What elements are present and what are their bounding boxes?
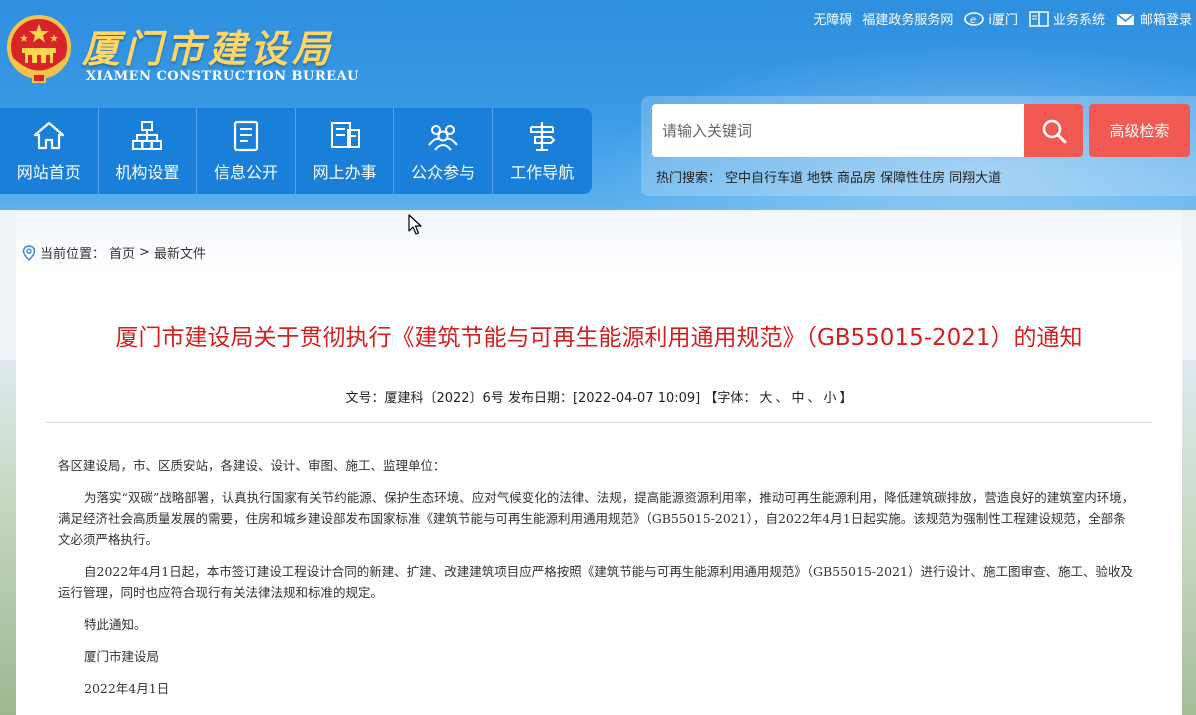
search-input[interactable]: [652, 104, 1024, 157]
hot-search-item[interactable]: 同翔大道: [949, 167, 1001, 186]
search-icon: [1042, 119, 1066, 143]
publish-date: 发布日期：[2022-04-07 10:09]: [507, 391, 701, 406]
business-system-label: 业务系统: [1052, 13, 1105, 28]
people-icon: [428, 125, 458, 151]
top-links: 无障碍 福建政务服务网 e i厦门 业务系统 邮箱登录: [813, 9, 1192, 28]
article-date: 2022年4月1日: [84, 681, 170, 696]
article-closing: 特此通知。: [84, 617, 147, 632]
nav-org-label: 机构设置: [115, 163, 180, 182]
nav-home-label: 网站首页: [16, 163, 81, 182]
mail-icon: [1116, 12, 1135, 25]
search-panel: 高级检索 热门搜索： 空中自行车道 地铁 商品房 保障性住房 同翔大道: [641, 96, 1196, 196]
ixiamen-link[interactable]: e i厦门: [963, 9, 1018, 28]
article-body: 各区建设局，市、区质安站，各建设、设计、审图、施工、监理单位： 为落实“双碳”战…: [58, 455, 1138, 710]
business-system-link[interactable]: 业务系统: [1028, 9, 1105, 28]
breadcrumb-label: 当前位置：: [40, 247, 106, 262]
font-small-button[interactable]: 小: [823, 391, 836, 406]
nav-public-label: 公众参与: [411, 163, 476, 182]
nav-public[interactable]: 公众参与: [394, 108, 493, 194]
site-logo-subtitle: XIAMEN CONSTRUCTION BUREAU: [86, 69, 360, 84]
doc-number: 文号：厦建科〔2022〕6号: [345, 391, 504, 406]
nav-online-label: 网上办事: [312, 163, 377, 182]
mail-login-label: 邮箱登录: [1139, 13, 1192, 28]
accessibility-link[interactable]: 无障碍: [813, 9, 852, 28]
signpost-icon: [530, 122, 556, 151]
computer-icon: [330, 122, 360, 148]
advanced-search-button[interactable]: 高级检索: [1089, 104, 1190, 157]
nav-online[interactable]: 网上办事: [296, 108, 395, 194]
svg-text:e: e: [970, 15, 976, 26]
hot-search-label: 热门搜索：: [656, 171, 722, 186]
hot-search-item[interactable]: 保障性住房: [880, 167, 945, 186]
font-large-button[interactable]: 大: [759, 391, 772, 406]
site-logo-title: 厦门市建设局: [82, 26, 335, 71]
nav-org[interactable]: 机构设置: [99, 108, 198, 194]
background-scenery-right: [1182, 360, 1196, 715]
site-header: 厦门市建设局 XIAMEN CONSTRUCTION BUREAU 无障碍 福建…: [0, 0, 1196, 210]
breadcrumb: 当前位置： 首页 > 最新文件: [22, 243, 206, 262]
nav-home[interactable]: 网站首页: [0, 108, 99, 194]
document-icon: [233, 120, 259, 152]
breadcrumb-home[interactable]: 首页: [109, 243, 135, 262]
book-icon: [1029, 10, 1049, 27]
org-chart-icon: [132, 121, 163, 150]
ixiamen-icon: e: [964, 11, 985, 26]
main-nav: 网站首页 机构设置 信息公开 网上办事 公众参与 工作导航: [0, 108, 592, 194]
breadcrumb-separator: >: [139, 245, 150, 260]
mouse-cursor-icon: [408, 214, 422, 235]
article-salutation: 各区建设局，市、区质安站，各建设、设计、审图、施工、监理单位：: [58, 458, 446, 473]
nav-guide-label: 工作导航: [510, 163, 575, 182]
title-divider: [46, 422, 1152, 423]
search-button[interactable]: [1024, 104, 1083, 157]
hot-search: 热门搜索： 空中自行车道 地铁 商品房 保障性住房 同翔大道: [656, 167, 1001, 186]
article-title: 厦门市建设局关于贯彻执行《建筑节能与可再生能源利用通用规范》（GB55015-2…: [115, 325, 1083, 351]
mail-login-link[interactable]: 邮箱登录: [1115, 9, 1192, 28]
nav-info[interactable]: 信息公开: [197, 108, 296, 194]
location-pin-icon: [22, 244, 36, 261]
nav-info-label: 信息公开: [213, 163, 278, 182]
fujian-gov-link[interactable]: 福建政务服务网: [862, 9, 953, 28]
ixiamen-label: i厦门: [988, 13, 1018, 28]
font-medium-button[interactable]: 中: [791, 391, 804, 406]
home-icon: [33, 121, 64, 150]
article-meta: 文号：厦建科〔2022〕6号 发布日期：[2022-04-07 10:09] 【…: [345, 391, 853, 406]
hot-search-item[interactable]: 空中自行车道: [725, 167, 803, 186]
breadcrumb-current[interactable]: 最新文件: [154, 243, 206, 262]
hot-search-item[interactable]: 地铁: [807, 167, 833, 186]
hot-search-item[interactable]: 商品房: [837, 167, 876, 186]
nav-guide[interactable]: 工作导航: [493, 108, 592, 194]
article-panel: 当前位置： 首页 > 最新文件 厦门市建设局关于贯彻执行《建筑节能与可再生能源利…: [16, 210, 1182, 715]
national-emblem-icon: [7, 15, 71, 83]
article-paragraph: 自2022年4月1日起，本市签订建设工程设计合同的新建、扩建、改建建筑项目应严格…: [58, 564, 1133, 600]
font-size-label: 【字体：: [704, 391, 757, 406]
article-signature: 厦门市建设局: [84, 649, 160, 664]
font-size-end: 】: [839, 391, 853, 406]
article-paragraph: 为落实“双碳”战略部署，认真执行国家有关节约能源、保护生态环境、应对气候变化的法…: [58, 490, 1135, 547]
